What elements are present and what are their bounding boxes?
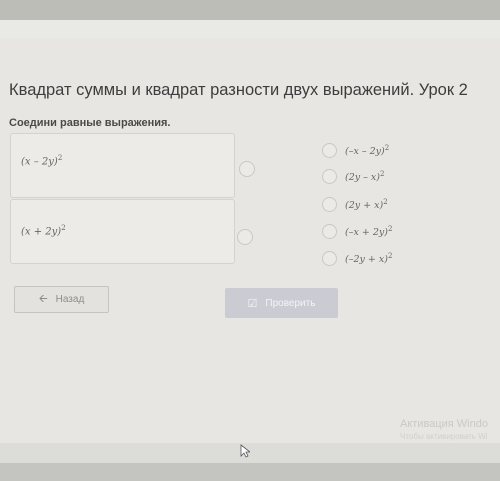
right-option-connector[interactable] <box>322 169 337 184</box>
left-item-expression: (x + 2y)2 <box>21 224 66 237</box>
expression-exponent: 2 <box>383 198 388 206</box>
activation-watermark-sub: Чтобы активировать Wi <box>400 432 488 441</box>
expression-exponent: 2 <box>61 224 66 232</box>
left-item-card[interactable]: (x – 2y)2 <box>10 133 235 198</box>
expression-exponent: 2 <box>57 154 63 162</box>
right-option-expression: (2y – x)2 <box>345 170 384 183</box>
check-button[interactable]: ☑ Проверить <box>225 288 338 318</box>
expression-base: (2y – x) <box>345 172 380 184</box>
expression-base: (2y + x) <box>345 200 384 212</box>
expression-base: (–2y + x) <box>345 254 388 266</box>
check-button-label: Проверить <box>265 297 316 309</box>
right-option-connector[interactable] <box>322 251 337 266</box>
expression-exponent: 2 <box>387 225 393 233</box>
back-button[interactable]: 🡨 Назад <box>14 286 109 313</box>
arrow-left-icon: 🡨 <box>38 293 48 305</box>
mouse-cursor-icon <box>240 444 250 458</box>
right-option-expression: (–x – 2y)2 <box>345 144 389 157</box>
expression-base: (–x + 2y) <box>345 227 388 239</box>
left-item-card[interactable]: (x + 2y)2 <box>10 199 235 264</box>
page-title: Квадрат суммы и квадрат разности двух вы… <box>9 81 468 99</box>
browser-top-bar <box>0 0 500 20</box>
expression-exponent: 2 <box>384 144 390 152</box>
expression-base: (x – 2y) <box>21 156 58 168</box>
back-button-label: Назад <box>55 294 85 305</box>
right-option-connector[interactable] <box>322 197 337 212</box>
activation-watermark: Активация Windo <box>400 418 488 430</box>
task-instruction: Соедини равные выражения. <box>9 117 171 129</box>
right-option-connector[interactable] <box>322 143 337 158</box>
right-option-expression: (2y + x)2 <box>345 198 388 211</box>
expression-base: (x + 2y) <box>21 226 62 238</box>
expression-exponent: 2 <box>387 252 393 260</box>
check-icon: ☑ <box>247 297 258 310</box>
browser-header-strip <box>0 20 500 38</box>
right-option-expression: (–2y + x)2 <box>345 252 392 265</box>
right-option-expression: (–x + 2y)2 <box>345 225 392 238</box>
taskbar <box>0 463 500 481</box>
left-item-connector[interactable] <box>239 161 255 177</box>
left-item-connector[interactable] <box>237 229 253 245</box>
right-option-connector[interactable] <box>322 224 337 239</box>
expression-base: (–x – 2y) <box>345 146 385 158</box>
expression-exponent: 2 <box>379 170 385 178</box>
left-item-expression: (x – 2y)2 <box>21 154 62 167</box>
